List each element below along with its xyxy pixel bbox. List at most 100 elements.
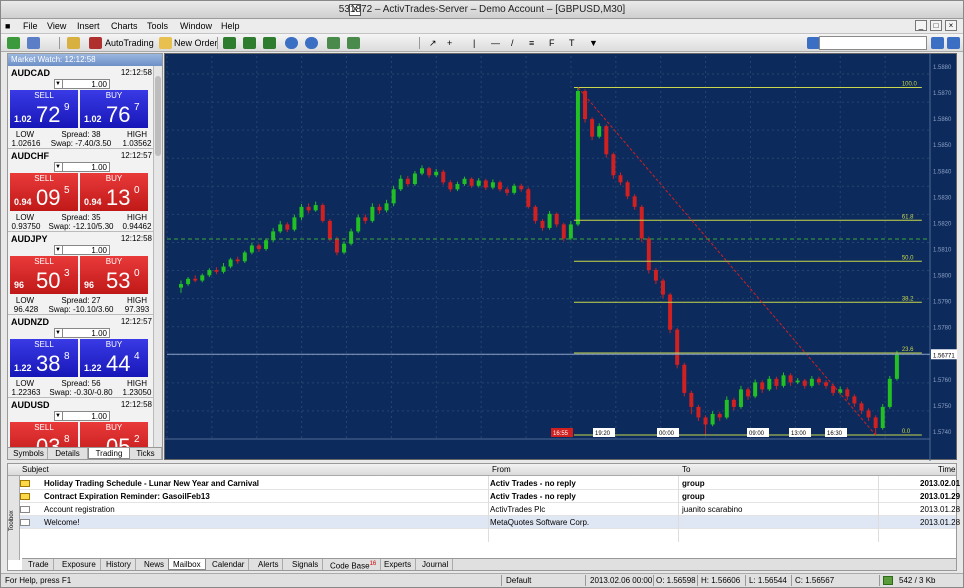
autotrading-icon[interactable] bbox=[89, 37, 102, 49]
text-icon[interactable]: T bbox=[569, 36, 575, 50]
buy-button[interactable]: BUY 0.94 13 0 bbox=[80, 173, 148, 211]
shapes-icon[interactable]: ▼ bbox=[589, 36, 598, 50]
candlestick-chart-icon[interactable] bbox=[243, 37, 256, 49]
cursor-icon[interactable]: ↗ bbox=[429, 36, 437, 50]
app-menu-icon[interactable]: ■ bbox=[5, 21, 10, 31]
tab-journal[interactable]: Journal bbox=[418, 559, 454, 570]
horizontal-line-icon[interactable]: — bbox=[491, 36, 500, 50]
column-to[interactable]: To bbox=[682, 465, 690, 474]
tab-history[interactable]: History bbox=[102, 559, 136, 570]
tab-mailbox[interactable]: Mailbox bbox=[168, 559, 206, 570]
chart-shift-icon[interactable] bbox=[347, 37, 360, 49]
search-input[interactable] bbox=[819, 36, 927, 50]
tab-trading[interactable]: Trading bbox=[88, 448, 130, 459]
tab-news[interactable]: News bbox=[140, 559, 170, 570]
tab-alerts[interactable]: Alerts bbox=[254, 559, 284, 570]
candle-body bbox=[235, 259, 240, 262]
candle-body bbox=[412, 173, 417, 185]
lot-dropdown-icon[interactable]: ▼ bbox=[54, 411, 63, 421]
swap-value: Swap: -10.10/3.60 bbox=[48, 305, 114, 314]
symbol-name[interactable]: AUDJPY bbox=[11, 234, 48, 244]
status-profile[interactable]: Default bbox=[506, 576, 531, 585]
fibonacci-icon[interactable]: F bbox=[549, 36, 555, 50]
symbol-name[interactable]: AUDNZD bbox=[11, 317, 49, 327]
lot-dropdown-icon[interactable]: ▼ bbox=[54, 328, 63, 338]
symbol-block-audchf[interactable]: AUDCHF 12:12:57 1.00 ▼ SELL 0.94 09 5 BUY 0.94 13 0… bbox=[8, 149, 154, 232]
tab-code-base[interactable]: Code Base16 bbox=[326, 559, 382, 571]
candle-body bbox=[207, 270, 212, 276]
tab-details[interactable]: Details bbox=[48, 448, 88, 459]
new-chart-icon[interactable] bbox=[7, 37, 20, 49]
zoom-out-icon[interactable] bbox=[305, 37, 318, 49]
lot-dropdown-icon[interactable]: ▼ bbox=[54, 162, 63, 172]
metaeditor-icon[interactable] bbox=[67, 37, 80, 49]
symbol-block-audjpy[interactable]: AUDJPY 12:12:58 1.00 ▼ SELL 96 50 3 BUY 96 53 0 LOW S… bbox=[8, 232, 154, 315]
crosshair-icon[interactable]: + bbox=[447, 36, 452, 50]
swap-value: Swap: -7.40/3.50 bbox=[50, 139, 112, 148]
tab-symbols[interactable]: Symbols bbox=[10, 448, 48, 459]
new-order-button[interactable]: New Order bbox=[174, 36, 218, 50]
symbol-block-audusd[interactable]: AUDUSD12:12:581.00▼SELL1.03038BUY1.03052 bbox=[8, 398, 154, 448]
tab-exposure[interactable]: Exposure bbox=[58, 559, 101, 570]
line-chart-icon[interactable] bbox=[263, 37, 276, 49]
buy-price-big: 05 bbox=[106, 434, 131, 448]
candle-body bbox=[363, 217, 368, 221]
menu-help[interactable]: Help bbox=[221, 21, 240, 31]
tab-experts[interactable]: Experts bbox=[380, 559, 417, 570]
restore-icon[interactable]: □ bbox=[930, 20, 942, 31]
tab-signals[interactable]: Signals bbox=[288, 559, 324, 570]
tab-ticks[interactable]: Ticks bbox=[130, 448, 162, 459]
menu-window[interactable]: Window bbox=[180, 21, 212, 31]
price-chart[interactable]: 1.5880 1.5870 1.5860 1.5850 1.5840 1.5830 1.58… bbox=[164, 53, 958, 461]
buy-button[interactable]: BUY1.03052 bbox=[80, 422, 148, 448]
connection-icon[interactable] bbox=[883, 576, 893, 585]
symbol-name[interactable]: AUDCHF bbox=[11, 151, 49, 161]
sell-button[interactable]: SELL 96 50 3 bbox=[10, 256, 78, 294]
high-label: HIGH bbox=[127, 130, 147, 139]
symbol-name[interactable]: AUDCAD bbox=[11, 68, 50, 78]
buy-button[interactable]: BUY 96 53 0 bbox=[80, 256, 148, 294]
column-time[interactable]: Time bbox=[938, 465, 955, 474]
chat-icon[interactable] bbox=[947, 37, 960, 49]
menu-file[interactable]: File bbox=[23, 21, 38, 31]
market-watch-scrollbar[interactable] bbox=[153, 66, 162, 448]
mailbox-header: Subject From To Time bbox=[8, 464, 956, 476]
column-from[interactable]: From bbox=[492, 465, 511, 474]
menu-insert[interactable]: Insert bbox=[77, 21, 100, 31]
sell-button[interactable]: SELL 1.02 72 9 bbox=[10, 90, 78, 128]
search-icon[interactable] bbox=[931, 37, 944, 49]
symbol-block-audcad[interactable]: AUDCAD 12:12:58 1.00 ▼ SELL 1.02 72 9 BUY 1.02 76 7… bbox=[8, 66, 154, 149]
menu-view[interactable]: View bbox=[47, 21, 66, 31]
profiles-icon[interactable] bbox=[27, 37, 40, 49]
close-icon[interactable]: × bbox=[945, 20, 957, 31]
auto-scroll-icon[interactable] bbox=[327, 37, 340, 49]
autotrading-button[interactable]: AutoTrading bbox=[105, 36, 154, 50]
y-axis-tick-label: 1.5800 bbox=[933, 274, 952, 280]
minimize-icon[interactable]: _ bbox=[915, 20, 927, 31]
sell-button[interactable]: SELL 1.22 38 8 bbox=[10, 339, 78, 377]
candlestick-chart[interactable]: 1.5880 1.5870 1.5860 1.5850 1.5840 1.5830 1.58… bbox=[165, 54, 958, 461]
candle-body bbox=[809, 378, 814, 386]
symbol-name[interactable]: AUDUSD bbox=[11, 400, 50, 410]
candle-body bbox=[469, 178, 474, 186]
new-order-icon[interactable] bbox=[159, 37, 172, 49]
bar-chart-icon[interactable] bbox=[223, 37, 236, 49]
zoom-in-icon[interactable] bbox=[285, 37, 298, 49]
trendline-icon[interactable]: / bbox=[511, 36, 514, 50]
column-subject[interactable]: Subject bbox=[22, 465, 49, 474]
symbol-block-audnzd[interactable]: AUDNZD 12:12:57 1.00 ▼ SELL 1.22 38 8 BUY 1.22 44 4… bbox=[8, 315, 154, 398]
menu-tools[interactable]: Tools bbox=[147, 21, 168, 31]
sell-button[interactable]: SELL 0.94 09 5 bbox=[10, 173, 78, 211]
channel-icon[interactable]: ≡ bbox=[529, 36, 534, 50]
vertical-line-icon[interactable]: | bbox=[473, 36, 475, 50]
candle-body bbox=[646, 238, 651, 271]
sell-button[interactable]: SELL1.03038 bbox=[10, 422, 78, 448]
tab-calendar[interactable]: Calendar bbox=[208, 559, 250, 570]
lot-dropdown-icon[interactable]: ▼ bbox=[54, 245, 63, 255]
lot-dropdown-icon[interactable]: ▼ bbox=[54, 79, 63, 89]
menu-charts[interactable]: Charts bbox=[111, 21, 138, 31]
sell-price-prefix: 1.22 bbox=[14, 363, 32, 373]
buy-button[interactable]: BUY 1.22 44 4 bbox=[80, 339, 148, 377]
tab-trade[interactable]: Trade bbox=[24, 559, 54, 570]
buy-button[interactable]: BUY 1.02 76 7 bbox=[80, 90, 148, 128]
